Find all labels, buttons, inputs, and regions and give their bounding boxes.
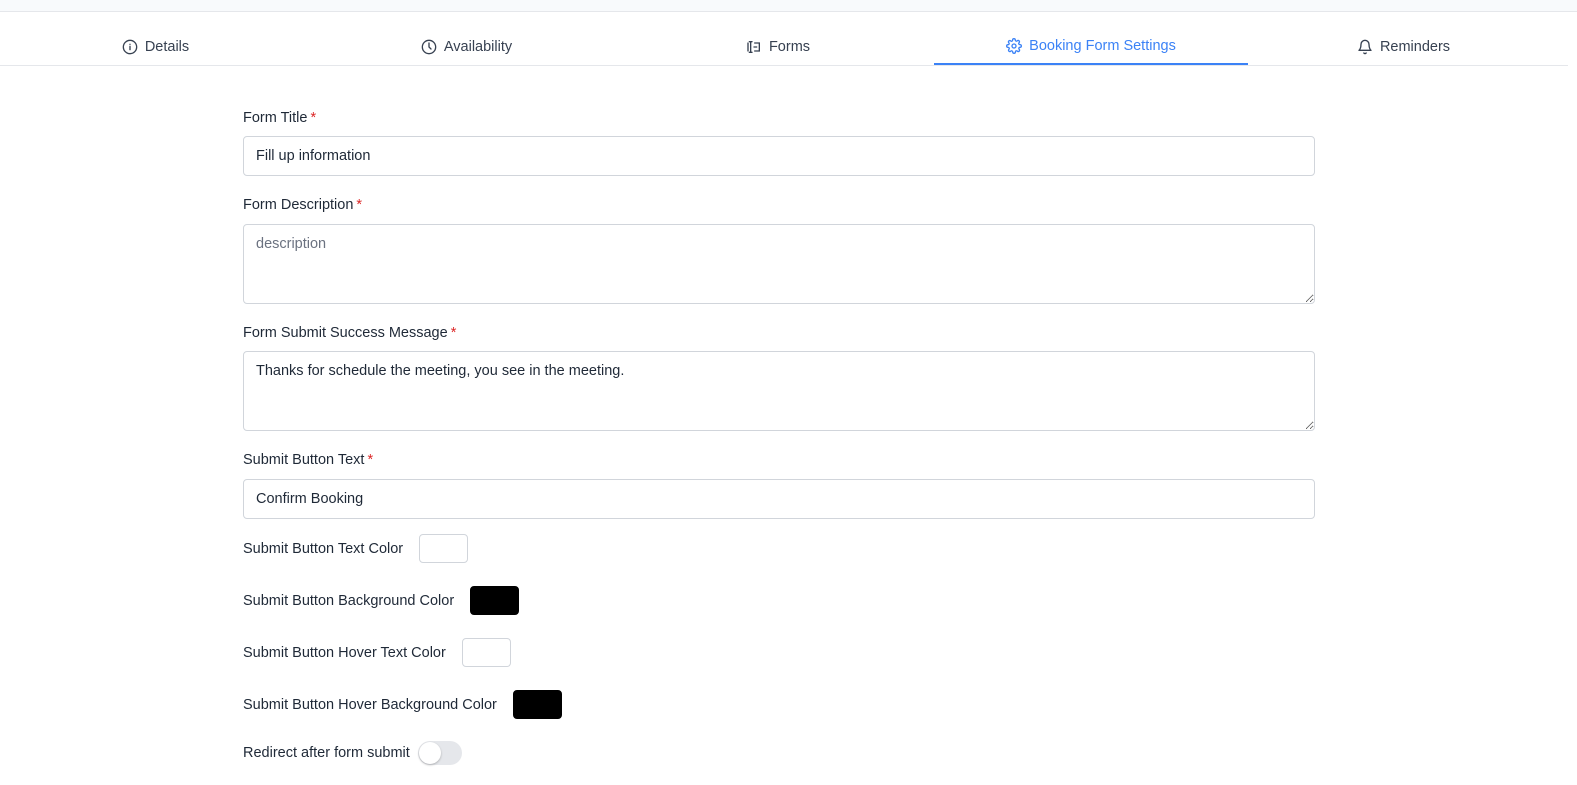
form-title-label-text: Form Title bbox=[243, 110, 308, 126]
tab-label: Availability bbox=[443, 39, 513, 55]
tab-bar: Details Availability Forms Booking Form … bbox=[0, 29, 1568, 66]
required-marker: * bbox=[450, 325, 457, 341]
tab-forms[interactable]: Forms bbox=[622, 29, 934, 65]
tab-label: Forms bbox=[768, 39, 811, 55]
submit-text-color-label: Submit Button Text Color bbox=[243, 540, 404, 557]
tab-details[interactable]: Details bbox=[0, 29, 311, 65]
hover-bg-color-row: Submit Button Hover Background Color bbox=[243, 690, 562, 719]
hover-text-color-swatch[interactable] bbox=[461, 638, 511, 667]
bell-icon bbox=[1358, 39, 1372, 55]
form-description-label: Form Description * bbox=[243, 196, 362, 214]
submit-text-color-swatch[interactable] bbox=[419, 534, 469, 563]
form-description-label-text: Form Description bbox=[243, 197, 354, 213]
tab-label: Reminders bbox=[1379, 39, 1451, 55]
form-title-label: Form Title * bbox=[243, 109, 316, 127]
top-strip bbox=[0, 0, 1577, 12]
hover-text-color-label: Submit Button Hover Text Color bbox=[243, 644, 446, 661]
form-title-input[interactable] bbox=[243, 136, 1315, 176]
tab-label: Details bbox=[144, 39, 190, 55]
submit-text-label: Submit Button Text * bbox=[243, 451, 373, 469]
submit-bg-color-label: Submit Button Background Color bbox=[243, 592, 455, 609]
hover-bg-color-swatch[interactable] bbox=[512, 690, 562, 719]
submit-text-label-text: Submit Button Text bbox=[243, 452, 365, 468]
info-icon bbox=[122, 39, 138, 55]
submit-bg-color-swatch[interactable] bbox=[470, 586, 520, 615]
success-message-label: Form Submit Success Message * bbox=[243, 324, 456, 342]
required-marker: * bbox=[367, 452, 374, 468]
form-input-icon bbox=[747, 41, 760, 53]
success-message-label-text: Form Submit Success Message bbox=[243, 325, 448, 341]
submit-bg-color-row: Submit Button Background Color bbox=[243, 586, 520, 615]
redirect-row: Redirect after form submit bbox=[243, 741, 462, 765]
required-marker: * bbox=[356, 197, 363, 213]
tab-label: Booking Form Settings bbox=[1029, 38, 1176, 54]
form-description-textarea[interactable] bbox=[243, 224, 1315, 304]
tab-reminders[interactable]: Reminders bbox=[1248, 29, 1559, 65]
success-message-textarea[interactable]: Thanks for schedule the meeting, you see… bbox=[243, 351, 1315, 431]
hover-bg-color-label: Submit Button Hover Background Color bbox=[243, 696, 497, 713]
hover-text-color-row: Submit Button Hover Text Color bbox=[243, 638, 511, 667]
required-marker: * bbox=[310, 110, 317, 126]
gear-icon bbox=[1006, 38, 1023, 54]
toggle-knob bbox=[418, 742, 441, 764]
redirect-label: Redirect after form submit bbox=[243, 745, 410, 761]
tab-booking-form-settings[interactable]: Booking Form Settings bbox=[934, 29, 1248, 65]
submit-text-color-row: Submit Button Text Color bbox=[243, 534, 469, 563]
clock-icon bbox=[421, 39, 437, 55]
submit-text-input[interactable] bbox=[243, 479, 1315, 519]
redirect-toggle[interactable] bbox=[417, 741, 462, 765]
tab-availability[interactable]: Availability bbox=[311, 29, 622, 65]
